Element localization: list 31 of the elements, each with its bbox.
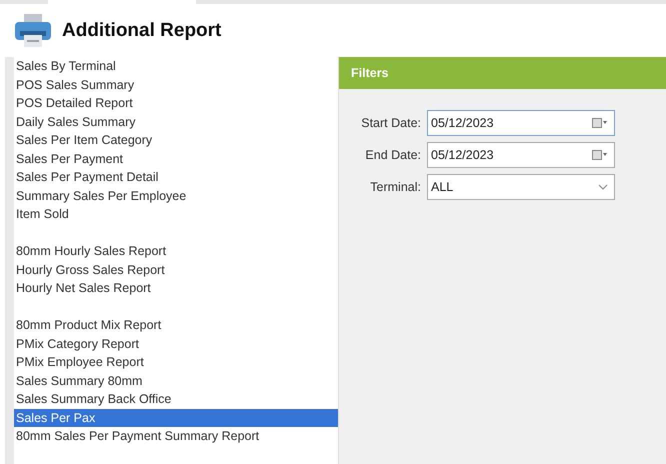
report-list-item[interactable]: Summary Sales Per Employee bbox=[14, 186, 338, 205]
date-field[interactable]: 05/12/2023 bbox=[427, 142, 615, 168]
report-list-item[interactable]: 80mm Hourly Sales Report bbox=[14, 242, 338, 260]
terminal-select[interactable]: ALL bbox=[427, 174, 615, 200]
field-label: Start Date: bbox=[360, 116, 421, 130]
report-list-item[interactable]: Sales Summary Back Office bbox=[14, 390, 338, 408]
report-list-item[interactable]: Sales Per Payment Detail bbox=[14, 168, 338, 186]
report-list-item[interactable]: Sales Per Item Category bbox=[14, 131, 338, 150]
report-list-item[interactable]: Sales Per Pax bbox=[14, 408, 338, 427]
report-list-item[interactable]: POS Detailed Report bbox=[14, 94, 338, 112]
filters-header: Filters bbox=[339, 57, 666, 89]
field-label: Terminal: bbox=[369, 180, 421, 194]
printer-icon bbox=[14, 12, 52, 49]
report-list-item[interactable]: Sales By Terminal bbox=[14, 57, 338, 76]
report-list-item[interactable]: PMix Category Report bbox=[14, 334, 338, 353]
report-list-item[interactable]: Daily Sales Summary bbox=[14, 112, 338, 131]
chevron-down-icon[interactable] bbox=[598, 184, 608, 190]
calendar-dropdown-icon[interactable] bbox=[592, 150, 608, 160]
field-label: End Date: bbox=[364, 148, 421, 162]
report-list-item[interactable]: Sales Per Payment bbox=[14, 150, 338, 168]
page-title: Additional Report bbox=[62, 20, 222, 42]
report-list-item[interactable]: 80mm Sales Per Payment Summary Report bbox=[14, 427, 338, 446]
report-list-item[interactable]: Hourly Gross Sales Report bbox=[14, 260, 338, 279]
report-list-item[interactable]: POS Sales Summary bbox=[14, 76, 338, 94]
report-list-item[interactable]: PMix Employee Report bbox=[14, 353, 338, 372]
report-list-item[interactable]: 80mm Product Mix Report bbox=[14, 316, 338, 334]
calendar-dropdown-icon[interactable] bbox=[592, 118, 608, 128]
report-list-item[interactable]: Sales Summary 80mm bbox=[14, 372, 338, 390]
date-field[interactable]: 05/12/2023 bbox=[427, 110, 615, 136]
report-list-item[interactable]: Item Sold bbox=[14, 205, 338, 224]
report-list-item[interactable]: Hourly Net Sales Report bbox=[14, 279, 338, 298]
